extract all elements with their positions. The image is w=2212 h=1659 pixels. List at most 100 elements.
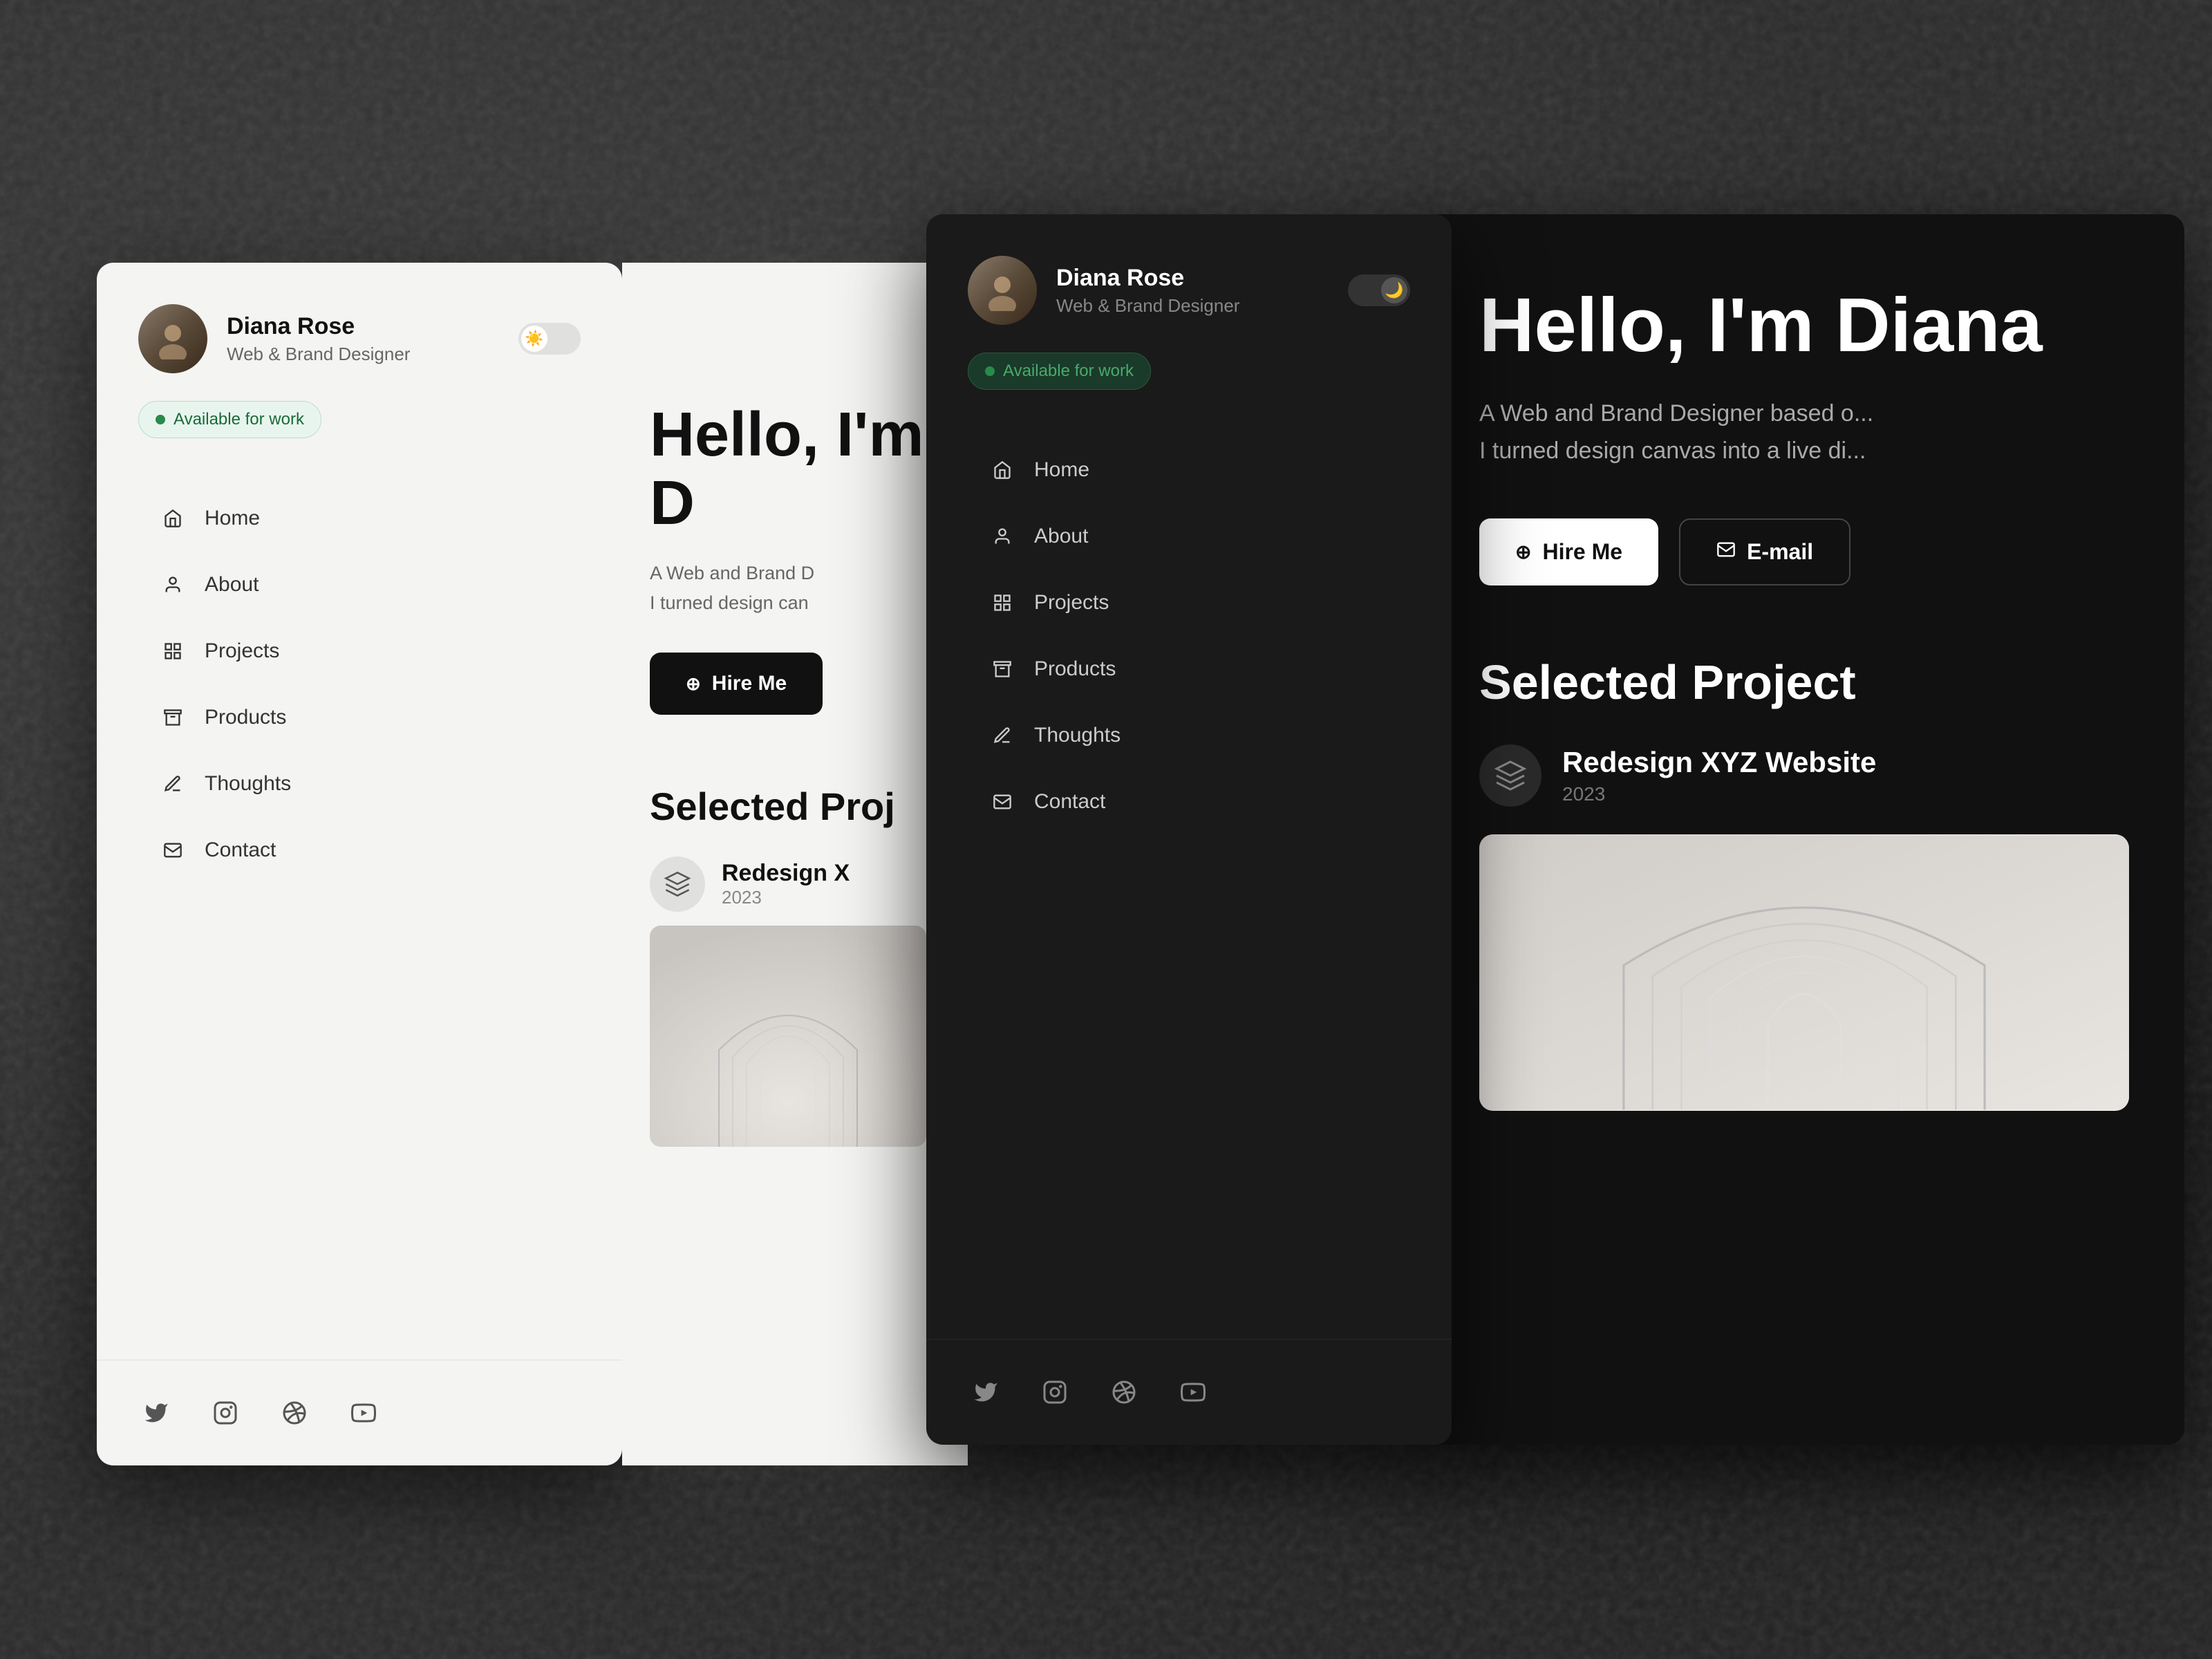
light-panel-header: Diana Rose Web & Brand Designer ☀️ bbox=[97, 263, 622, 401]
nav-item-contact[interactable]: Contact bbox=[138, 818, 581, 882]
dark-nav-label-contact: Contact bbox=[1034, 790, 1105, 814]
hero-description-dark: A Web and Brand Designer based o...I tur… bbox=[1479, 395, 2129, 470]
status-badge-dark: Available for work bbox=[968, 353, 1151, 390]
nav-item-about[interactable]: About bbox=[138, 553, 581, 617]
dark-nav-item-products[interactable]: Products bbox=[968, 637, 1410, 701]
hire-me-label-dark: Hire Me bbox=[1542, 539, 1622, 565]
email-button-dark[interactable]: E-mail bbox=[1679, 518, 1850, 585]
user-icon bbox=[160, 572, 185, 597]
dribbble-icon-light[interactable] bbox=[276, 1395, 312, 1431]
dark-nav-item-about[interactable]: About bbox=[968, 505, 1410, 568]
project-icon-dark bbox=[1479, 744, 1541, 807]
dark-mail-icon bbox=[990, 789, 1015, 814]
project-card-dark: Redesign XYZ Website 2023 bbox=[1479, 744, 2129, 807]
dribbble-icon-dark[interactable] bbox=[1106, 1374, 1142, 1410]
nav-label-home: Home bbox=[205, 507, 260, 530]
dark-nav-item-home[interactable]: Home bbox=[968, 438, 1410, 502]
twitter-icon-dark[interactable] bbox=[968, 1374, 1004, 1410]
dark-action-buttons: ⊕ Hire Me E-mail bbox=[1479, 518, 2129, 585]
hire-me-button-light[interactable]: ⊕ Hire Me bbox=[650, 653, 823, 715]
dark-status-dot bbox=[985, 366, 995, 376]
status-label: Available for work bbox=[174, 410, 304, 429]
hire-me-button-dark[interactable]: ⊕ Hire Me bbox=[1479, 518, 1658, 585]
youtube-icon-light[interactable] bbox=[346, 1395, 382, 1431]
avatar bbox=[138, 304, 207, 373]
dark-grid-icon bbox=[990, 590, 1015, 615]
status-badge-light: Available for work bbox=[138, 401, 321, 438]
home-icon bbox=[160, 506, 185, 531]
hire-me-plus-icon-dark: ⊕ bbox=[1515, 541, 1531, 563]
nav-item-thoughts[interactable]: Thoughts bbox=[138, 752, 581, 816]
instagram-icon-dark[interactable] bbox=[1037, 1374, 1073, 1410]
theme-toggle-light[interactable]: ☀️ bbox=[518, 323, 581, 355]
nav-item-home[interactable]: Home bbox=[138, 487, 581, 550]
project-icon-light bbox=[650, 856, 705, 912]
dark-profile-role: Web & Brand Designer bbox=[1056, 295, 1239, 317]
hire-me-label-light: Hire Me bbox=[712, 672, 787, 695]
content-hero-dark: Hello, I'm Diana A Web and Brand Designe… bbox=[1479, 283, 2129, 470]
dark-toggle-thumb: 🌙 bbox=[1381, 277, 1407, 303]
instagram-icon-light[interactable] bbox=[207, 1395, 243, 1431]
grid-icon bbox=[160, 639, 185, 664]
theme-toggle-dark[interactable]: 🌙 bbox=[1348, 274, 1410, 306]
dark-nav-item-projects[interactable]: Projects bbox=[968, 571, 1410, 635]
nav-label-products: Products bbox=[205, 706, 286, 729]
dark-avatar bbox=[968, 256, 1037, 325]
project-year-light: 2023 bbox=[722, 887, 850, 908]
nav-label-projects: Projects bbox=[205, 639, 279, 663]
profile-role: Web & Brand Designer bbox=[227, 344, 410, 365]
toggle-thumb: ☀️ bbox=[521, 326, 547, 352]
profile-row: Diana Rose Web & Brand Designer bbox=[138, 304, 410, 373]
dark-nav-label-projects: Projects bbox=[1034, 591, 1109, 615]
nav-label-about: About bbox=[205, 573, 259, 597]
project-name-light: Redesign X bbox=[722, 860, 850, 887]
dark-home-icon bbox=[990, 458, 1015, 482]
project-year-dark: 2023 bbox=[1562, 783, 1876, 805]
dark-nav-label-home: Home bbox=[1034, 458, 1089, 482]
dark-nav-label-about: About bbox=[1034, 525, 1088, 548]
status-dot bbox=[156, 415, 165, 424]
dark-nav-item-thoughts[interactable]: Thoughts bbox=[968, 704, 1410, 767]
products-icon bbox=[160, 705, 185, 730]
project-image-dark bbox=[1479, 834, 2129, 1111]
hero-heading-light-overflow: Hello, I'm D bbox=[650, 401, 940, 538]
dark-nav-label-thoughts: Thoughts bbox=[1034, 724, 1121, 747]
twitter-icon-light[interactable] bbox=[138, 1395, 174, 1431]
selected-project-title-light: Selected Proj bbox=[650, 784, 940, 829]
dark-status-section: Available for work bbox=[926, 353, 1452, 424]
dark-status-label: Available for work bbox=[1003, 362, 1134, 381]
selected-project-heading-dark: Selected Project bbox=[1479, 655, 2129, 710]
youtube-icon-dark[interactable] bbox=[1175, 1374, 1211, 1410]
sun-icon: ☀️ bbox=[525, 330, 543, 348]
project-image-light bbox=[650, 926, 926, 1147]
project-name-dark: Redesign XYZ Website bbox=[1562, 746, 1876, 779]
light-panel-content-overflow: Hello, I'm D A Web and Brand DI turned d… bbox=[622, 263, 968, 1465]
dark-user-icon bbox=[990, 524, 1015, 549]
dark-nav: Home About Projects bbox=[926, 424, 1452, 1339]
profile-name: Diana Rose bbox=[227, 312, 410, 341]
light-social-footer bbox=[97, 1360, 622, 1465]
project-info-dark: Redesign XYZ Website 2023 bbox=[1562, 746, 1876, 805]
profile-info: Diana Rose Web & Brand Designer bbox=[227, 312, 410, 365]
nav-label-thoughts: Thoughts bbox=[205, 772, 291, 796]
nav-item-projects[interactable]: Projects bbox=[138, 619, 581, 683]
light-nav: Home About Projects bbox=[97, 473, 622, 1360]
project-card-light: Redesign X 2023 bbox=[650, 856, 940, 912]
dark-profile-name: Diana Rose bbox=[1056, 264, 1239, 292]
content-panel-dark: Hello, I'm Diana A Web and Brand Designe… bbox=[1424, 214, 2184, 1445]
email-icon-dark bbox=[1716, 539, 1736, 565]
dark-profile-info: Diana Rose Web & Brand Designer bbox=[1056, 264, 1239, 317]
dark-nav-label-products: Products bbox=[1034, 657, 1116, 681]
dark-profile-row: Diana Rose Web & Brand Designer bbox=[968, 256, 1239, 325]
light-status-section: Available for work bbox=[97, 401, 622, 473]
nav-label-contact: Contact bbox=[205, 838, 276, 862]
dark-products-icon bbox=[990, 657, 1015, 682]
selected-project-section-dark: Selected Project Redesign XYZ Website 20… bbox=[1479, 655, 2129, 1111]
thoughts-icon bbox=[160, 771, 185, 796]
dark-nav-item-contact[interactable]: Contact bbox=[968, 770, 1410, 834]
light-panel: Diana Rose Web & Brand Designer ☀️ Avail… bbox=[97, 263, 622, 1465]
hero-heading-dark: Hello, I'm Diana bbox=[1479, 283, 2129, 367]
dark-thoughts-icon bbox=[990, 723, 1015, 748]
dark-social-footer bbox=[926, 1339, 1452, 1445]
nav-item-products[interactable]: Products bbox=[138, 686, 581, 749]
